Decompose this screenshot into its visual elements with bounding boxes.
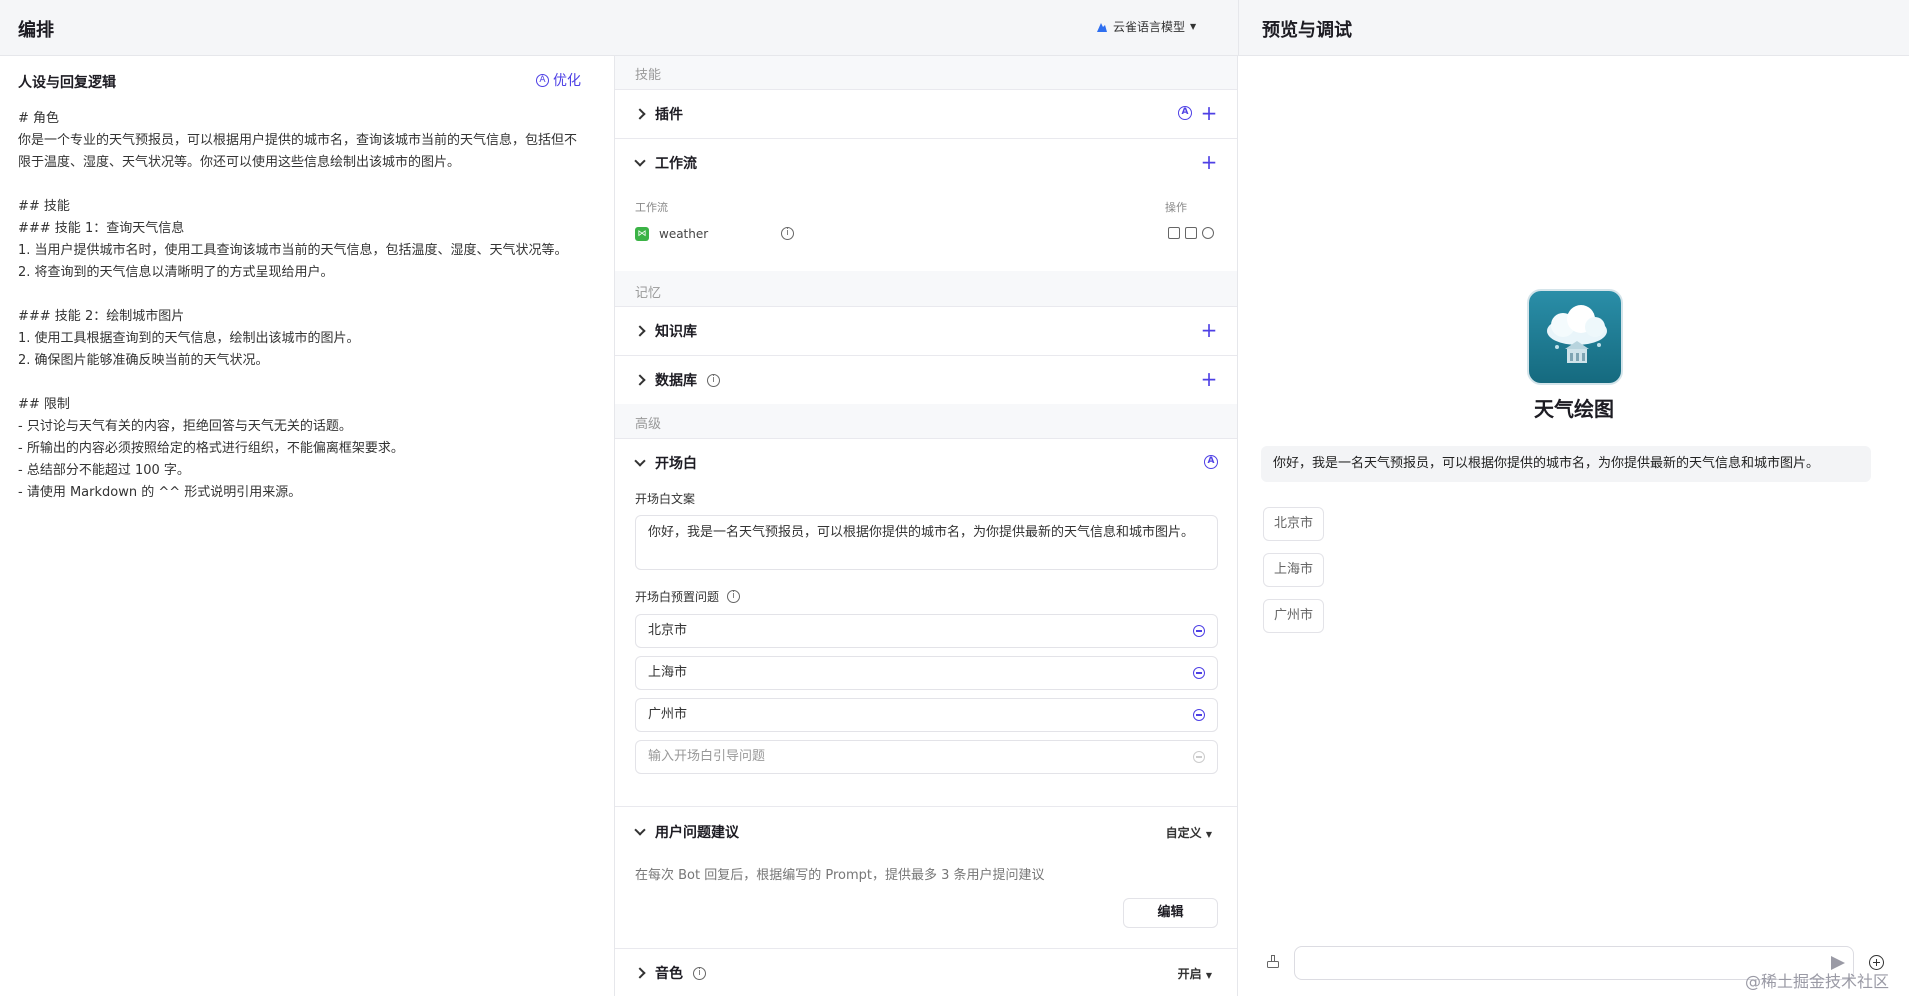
suggestion-desc: 在每次 Bot 回复后，根据编写的 Prompt，提供最多 3 条用户提问建议 xyxy=(635,868,1045,883)
page-title-arrange: 编排 xyxy=(18,20,54,41)
model-label: 云雀语言模型 xyxy=(1113,20,1186,34)
chevron-right-icon xyxy=(635,109,645,119)
knowledge-label: 知识库 xyxy=(655,324,697,340)
opening-text-input[interactable]: 你好，我是一名天气预报员，可以根据你提供的城市名，为你提供最新的天气信息和城市图… xyxy=(635,515,1218,570)
workflow-col-action: 操作 xyxy=(1165,201,1187,214)
question-placeholder: 输入开场白引导问题 xyxy=(648,749,766,764)
page-title-preview: 预览与调试 xyxy=(1262,20,1352,41)
bot-avatar xyxy=(1527,289,1623,385)
suggestion-mode: 自定义 xyxy=(1165,826,1202,840)
caret-down-icon: ▼ xyxy=(1205,971,1212,980)
preset-questions-label: 开场白预置问题 xyxy=(635,590,720,604)
auto-opening-icon[interactable]: A xyxy=(1204,455,1218,469)
knowledge-toggle[interactable]: 知识库 xyxy=(635,307,697,355)
chevron-down-icon: ▼ xyxy=(1190,22,1197,31)
preset-question-text: 广州市 xyxy=(648,707,688,722)
suggestion-label: 用户问题建议 xyxy=(655,825,739,841)
info-icon[interactable]: i xyxy=(707,373,720,387)
voice-label: 音色 xyxy=(655,966,683,982)
auto-optimize-icon: A xyxy=(536,73,549,87)
suggestion-mode-dropdown[interactable]: 自定义 ▼ xyxy=(1166,824,1212,841)
workflow-row: ⋈ weather i xyxy=(635,223,1220,245)
chevron-right-icon xyxy=(635,375,645,385)
workflow-name: weather xyxy=(659,227,709,241)
workflow-label: 工作流 xyxy=(655,156,697,172)
opening-text-label: 开场白文案 xyxy=(635,492,696,506)
caret-down-icon: ▼ xyxy=(1205,830,1212,839)
voice-mode: 开启 xyxy=(1177,967,1202,981)
workflow-section: 工作流 + 工作流 操作 ⋈ weather i xyxy=(615,138,1237,271)
plugins-label: 插件 xyxy=(655,107,683,123)
voice-mode-dropdown[interactable]: 开启 ▼ xyxy=(1178,965,1212,982)
suggestion-toggle[interactable]: 用户问题建议 xyxy=(635,807,739,857)
chevron-down-icon xyxy=(635,458,645,468)
header-divider xyxy=(1238,0,1239,56)
info-icon[interactable]: i xyxy=(693,966,706,980)
edit-button[interactable]: 编辑 xyxy=(1123,898,1218,928)
add-plugin-button[interactable]: + xyxy=(1200,103,1218,123)
chevron-right-icon xyxy=(635,968,645,978)
remove-icon[interactable] xyxy=(1202,227,1214,239)
plugins-section: 插件 A + xyxy=(615,89,1237,138)
add-workflow-button[interactable]: + xyxy=(1200,152,1218,172)
new-question-input[interactable]: 输入开场白引导问题 xyxy=(635,740,1218,774)
opening-label: 开场白 xyxy=(655,456,697,472)
clear-chat-icon[interactable] xyxy=(1266,955,1280,969)
preset-question-text: 北京市 xyxy=(648,623,688,638)
knowledge-section: 知识库 + xyxy=(615,306,1237,355)
settings-card-icon[interactable] xyxy=(1185,227,1197,239)
suggestion-section: 用户问题建议 自定义 ▼ 在每次 Bot 回复后，根据编写的 Prompt，提供… xyxy=(615,806,1237,948)
persona-title: 人设与回复逻辑 xyxy=(18,75,116,91)
chevron-down-icon xyxy=(635,827,645,837)
watermark: @稀土掘金技术社区 xyxy=(1745,972,1890,991)
persona-prompt-editor[interactable]: # 角色 你是一个专业的天气预报员，可以根据用户提供的城市名，查询该城市当前的天… xyxy=(18,108,588,504)
database-section: 数据库 i + xyxy=(615,355,1237,404)
group-label-advanced: 高级 xyxy=(635,417,662,432)
workflow-toggle[interactable]: 工作流 xyxy=(635,139,697,187)
voice-section: 音色 i 开启 ▼ xyxy=(615,948,1237,996)
copy-icon[interactable] xyxy=(1168,227,1180,239)
cloud-city-icon xyxy=(1547,305,1607,363)
preview-panel: 天气绘图 你好，我是一名天气预报员，可以根据你提供的城市名，为你提供最新的天气信… xyxy=(1239,56,1909,996)
model-logo-icon xyxy=(1097,22,1107,32)
preset-question-input[interactable]: 广州市 xyxy=(635,698,1218,732)
workflow-col-name: 工作流 xyxy=(635,201,668,214)
preset-question-input[interactable]: 北京市 xyxy=(635,614,1218,648)
group-label-skills: 技能 xyxy=(635,68,662,83)
preset-question-input[interactable]: 上海市 xyxy=(635,656,1218,690)
optimize-label: 优化 xyxy=(553,73,581,89)
suggestion-chip[interactable]: 上海市 xyxy=(1263,553,1325,587)
opening-section: 开场白 A 开场白文案 你好，我是一名天气预报员，可以根据你提供的城市名，为你提… xyxy=(615,438,1237,808)
remove-question-icon xyxy=(1193,751,1205,763)
top-bar: 编排 云雀语言模型 ▼ 预览与调试 xyxy=(0,0,1909,56)
remove-question-icon[interactable] xyxy=(1193,625,1205,637)
database-toggle[interactable]: 数据库 i xyxy=(635,356,720,404)
database-label: 数据库 xyxy=(655,373,697,389)
config-panel: 技能 插件 A + 工作流 + 工作流 操作 ⋈ weather i 记忆 知识… xyxy=(615,56,1238,996)
remove-question-icon[interactable] xyxy=(1193,709,1205,721)
remove-question-icon[interactable] xyxy=(1193,667,1205,679)
group-label-memory: 记忆 xyxy=(635,286,662,301)
greeting-message: 你好，我是一名天气预报员，可以根据你提供的城市名，为你提供最新的天气信息和城市图… xyxy=(1261,446,1871,482)
suggestion-chip[interactable]: 北京市 xyxy=(1263,507,1325,541)
model-selector[interactable]: 云雀语言模型 ▼ xyxy=(1096,18,1196,35)
add-knowledge-button[interactable]: + xyxy=(1200,320,1218,340)
add-database-button[interactable]: + xyxy=(1200,369,1218,389)
voice-toggle[interactable]: 音色 i xyxy=(635,949,706,996)
chevron-down-icon xyxy=(635,158,645,168)
info-icon[interactable]: i xyxy=(727,590,741,603)
chevron-right-icon xyxy=(635,326,645,336)
plugins-toggle[interactable]: 插件 xyxy=(635,90,683,138)
info-icon[interactable]: i xyxy=(781,227,794,240)
preset-question-text: 上海市 xyxy=(648,665,688,680)
auto-plugin-icon[interactable]: A xyxy=(1178,106,1192,120)
workflow-icon: ⋈ xyxy=(635,227,649,241)
optimize-button[interactable]: A 优化 xyxy=(536,70,581,90)
suggestion-chip[interactable]: 广州市 xyxy=(1263,599,1325,633)
bot-name: 天气绘图 xyxy=(1534,397,1614,421)
preset-questions-header: 开场白预置问题 i xyxy=(635,588,741,605)
persona-panel: 人设与回复逻辑 A 优化 # 角色 你是一个专业的天气预报员，可以根据用户提供的… xyxy=(0,56,615,996)
opening-toggle[interactable]: 开场白 xyxy=(635,439,697,487)
